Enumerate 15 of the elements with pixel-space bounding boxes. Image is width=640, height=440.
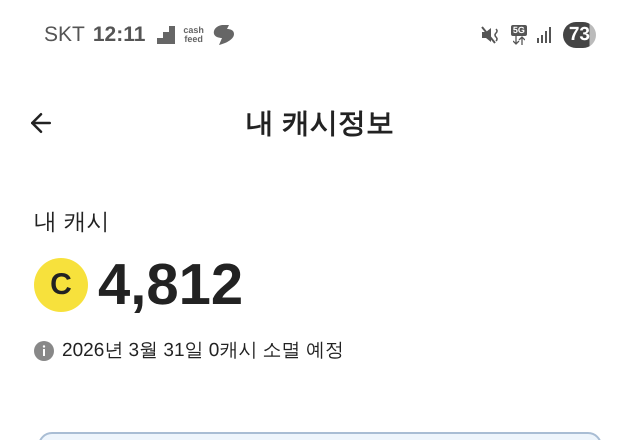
cash-label: 내 캐시 [34, 207, 110, 236]
app-logo: cash feed [183, 26, 204, 44]
carrier-text: SKT [44, 22, 85, 48]
battery-indicator: 73 [562, 22, 596, 48]
info-icon [34, 340, 54, 361]
swirl-icon [212, 24, 236, 46]
page-title: 내 캐시정보 [246, 106, 394, 140]
network-indicator: 5G [510, 25, 527, 45]
clock-time: 12:11 [92, 22, 146, 48]
cash-amount: 4,812 [98, 254, 244, 314]
signal-icon [536, 27, 553, 43]
stairs-icon [157, 26, 176, 44]
data-arrows-icon [512, 36, 525, 45]
expiry-notice: 2026년 3월 31일 0캐시 소멸 예정 [62, 338, 344, 362]
coin-icon: C [34, 258, 88, 312]
